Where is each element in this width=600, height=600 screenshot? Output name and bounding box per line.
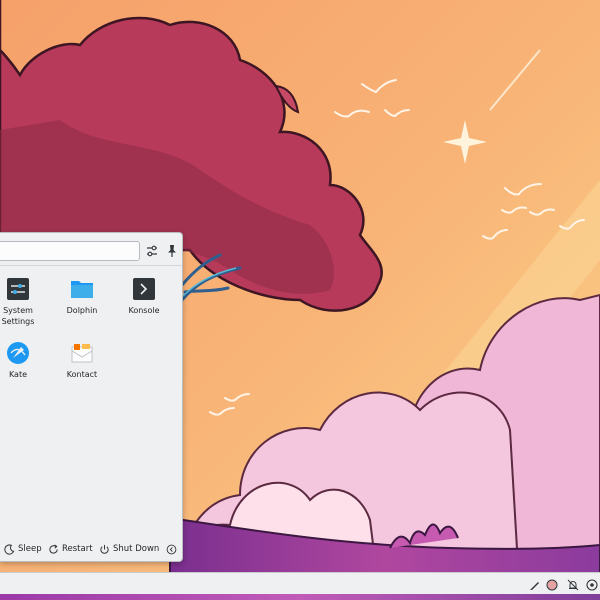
- search-input[interactable]: [0, 241, 140, 261]
- chevron-left-icon: [166, 544, 177, 554]
- app-label: Konsole: [128, 306, 160, 315]
- app-kate[interactable]: Kate: [0, 341, 48, 380]
- restart-button[interactable]: Restart: [48, 541, 93, 557]
- launcher-footer: Sleep Restart Shut Down: [0, 537, 182, 561]
- launcher-header: [0, 241, 182, 263]
- terminal-icon: [132, 277, 156, 301]
- kontact-icon: [70, 341, 94, 365]
- sleep-icon: [4, 543, 15, 555]
- system-tray-expand-icon[interactable]: [585, 577, 599, 591]
- application-launcher: System Settings Dolphin Konsole Kate Kon…: [0, 232, 183, 562]
- shutdown-button[interactable]: Shut Down: [99, 541, 159, 557]
- app-kontact[interactable]: Kontact: [52, 341, 112, 380]
- record-icon[interactable]: [545, 577, 559, 591]
- taskbar-panel: [0, 572, 600, 595]
- leave-options-button[interactable]: [166, 541, 177, 557]
- shutdown-label: Shut Down: [113, 544, 160, 554]
- app-system-settings[interactable]: System Settings: [0, 277, 48, 327]
- app-konsole[interactable]: Konsole: [114, 277, 174, 316]
- pen-icon[interactable]: [528, 577, 542, 591]
- sleep-label: Sleep: [18, 544, 42, 554]
- kate-icon: [6, 341, 30, 365]
- app-label: Settings: [1, 317, 35, 326]
- app-label: System: [3, 306, 33, 315]
- folder-icon: [70, 277, 94, 301]
- sleep-button[interactable]: Sleep: [4, 541, 42, 557]
- notification-bell-icon[interactable]: [566, 577, 580, 591]
- power-icon: [100, 544, 109, 554]
- app-label: Dolphin: [66, 306, 98, 315]
- restart-label: Restart: [62, 544, 93, 554]
- system-settings-icon: [6, 277, 30, 301]
- app-dolphin[interactable]: Dolphin: [52, 277, 112, 316]
- pin-icon[interactable]: [164, 243, 180, 259]
- filter-icon[interactable]: [144, 243, 160, 259]
- app-label: Kate: [8, 370, 28, 379]
- wallpaper-strip: [0, 594, 600, 600]
- header-divider: [0, 265, 182, 266]
- restart-icon: [49, 543, 58, 554]
- app-label: Kontact: [66, 370, 98, 379]
